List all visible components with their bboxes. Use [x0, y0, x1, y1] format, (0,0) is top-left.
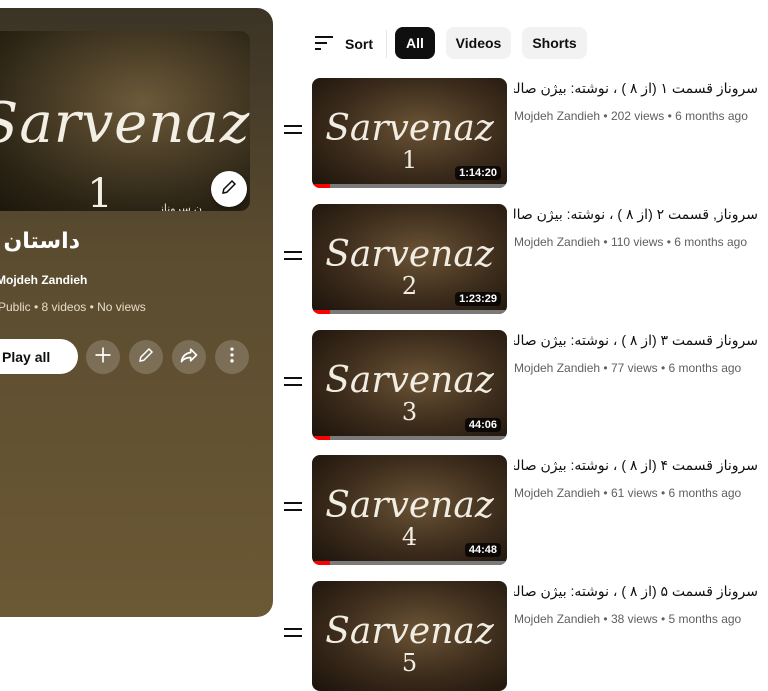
video-title[interactable]: سروناز قسمت ۱ (از ۸ ) ، نوشته: بیژن صالح… [514, 80, 758, 97]
filter-divider [386, 30, 387, 58]
video-title[interactable]: سروناز, قسمت ۲ (از ۸ ) ، نوشته: بیژن صال… [514, 206, 758, 223]
channel-name[interactable]: Mojdeh Zandieh [514, 612, 600, 626]
thumb-script-text: Sarvenaz [325, 108, 494, 149]
video-title[interactable]: سروناز قسمت ۴ (از ۸ ) ، نوشته: بیژن صالح… [514, 457, 758, 474]
playlist-video-row[interactable]: Sarvenaz 5 سروناز قسمت ۵ (از ۸ ) ، نوشته: … [284, 581, 768, 691]
playlist-owner[interactable]: Mojdeh Zandieh [0, 273, 87, 287]
sort-label: Sort [345, 36, 373, 52]
chip-all[interactable]: All [395, 27, 435, 59]
watch-progress-fill [312, 436, 330, 440]
more-options-button[interactable] [215, 340, 249, 374]
add-button[interactable] [86, 340, 120, 374]
video-meta: Mojdeh Zandieh • 110 views • 6 months ag… [514, 235, 747, 249]
watch-progress-bar [312, 184, 507, 188]
duration-badge: 1:23:29 [455, 292, 501, 306]
video-stats: 77 views • 6 months ago [610, 361, 742, 375]
video-title[interactable]: سروناز قسمت ۵ (از ۸ ) ، نوشته: بیژن صالح… [514, 583, 758, 600]
meta-separator: • [600, 109, 611, 123]
video-stats: 110 views • 6 months ago [610, 235, 747, 249]
sort-icon [313, 34, 335, 55]
video-meta: Mojdeh Zandieh • 77 views • 6 months ago [514, 361, 741, 375]
meta-separator: • [600, 612, 611, 626]
watch-progress-bar [312, 310, 507, 314]
playlist-video-row[interactable]: Sarvenaz 3 44:06 سروناز قسمت ۳ (از ۸ ) ، نو… [284, 330, 768, 440]
playlist-video-row[interactable]: Sarvenaz 1 1:14:20 سروناز قسمت ۱ (از ۸ ) ، … [284, 78, 768, 188]
playlist-video-row[interactable]: Sarvenaz 4 44:48 سروناز قسمت ۴ (از ۸ ) ، نو… [284, 455, 768, 565]
thumb-script-text: Sarvenaz [325, 485, 494, 526]
duration-badge: 44:48 [464, 543, 501, 557]
video-thumbnail[interactable]: Sarvenaz 2 1:23:29 [312, 204, 507, 314]
plus-icon [93, 345, 113, 370]
channel-name[interactable]: Mojdeh Zandieh [514, 109, 600, 123]
video-title[interactable]: سروناز قسمت ۳ (از ۸ ) ، نوشته: بیژن صالح… [514, 332, 758, 349]
duration-badge: 1:14:20 [455, 166, 501, 180]
watch-progress-fill [312, 561, 330, 565]
edit-playlist-button[interactable] [129, 340, 163, 374]
sort-button[interactable]: Sort [313, 30, 373, 58]
channel-name[interactable]: Mojdeh Zandieh [514, 235, 600, 249]
drag-handle-icon[interactable] [284, 244, 306, 266]
video-thumbnail[interactable]: Sarvenaz 1 1:14:20 [312, 78, 507, 188]
thumb-script-text: Sarvenaz [325, 611, 494, 652]
thumb-number: 5 [401, 649, 418, 677]
playlist-title[interactable]: داستان س [0, 228, 80, 254]
meta-separator: • [600, 486, 611, 500]
share-icon [179, 345, 199, 370]
channel-name[interactable]: Mojdeh Zandieh [514, 486, 600, 500]
share-button[interactable] [172, 340, 206, 374]
playlist-meta: Public • 8 videos • No views [0, 300, 146, 314]
chip-shorts[interactable]: Shorts [522, 27, 587, 59]
video-stats: 38 views • 5 months ago [610, 612, 742, 626]
playlist-header-panel: Sarvenaz 1 ن سروناز داستان س Mojdeh Zand… [0, 8, 273, 617]
chip-videos[interactable]: Videos [446, 27, 511, 59]
thumb-script-text: Sarvenaz [325, 360, 494, 401]
watch-progress-fill [312, 310, 330, 314]
pencil-icon [137, 346, 155, 369]
duration-badge: 44:06 [464, 418, 501, 432]
thumb-script-text: Sarvenaz [325, 234, 494, 275]
drag-handle-icon[interactable] [284, 495, 306, 517]
video-meta: Mojdeh Zandieh • 38 views • 5 months ago [514, 612, 741, 626]
drag-handle-icon[interactable] [284, 118, 306, 140]
pencil-icon [220, 178, 238, 201]
video-thumbnail[interactable]: Sarvenaz 3 44:06 [312, 330, 507, 440]
video-thumbnail[interactable]: Sarvenaz 5 [312, 581, 507, 691]
video-meta: Mojdeh Zandieh • 202 views • 6 months ag… [514, 109, 748, 123]
video-stats: 202 views • 6 months ago [610, 109, 748, 123]
hero-script-text: Sarvenaz [0, 91, 250, 156]
video-thumbnail[interactable]: Sarvenaz 4 44:48 [312, 455, 507, 565]
more-vert-icon [222, 345, 242, 370]
video-meta: Mojdeh Zandieh • 61 views • 6 months ago [514, 486, 741, 500]
meta-separator: • [600, 235, 611, 249]
channel-name[interactable]: Mojdeh Zandieh [514, 361, 600, 375]
play-all-button[interactable]: Play all [0, 339, 78, 374]
watch-progress-bar [312, 561, 507, 565]
watch-progress-fill [312, 184, 330, 188]
hero-caption: ن سروناز [158, 203, 202, 211]
video-stats: 61 views • 6 months ago [610, 486, 742, 500]
drag-handle-icon[interactable] [284, 621, 306, 643]
drag-handle-icon[interactable] [284, 370, 306, 392]
edit-thumbnail-button[interactable] [211, 171, 247, 207]
playlist-video-row[interactable]: Sarvenaz 2 1:23:29 سروناز, قسمت ۲ (از ۸ ) ،… [284, 204, 768, 314]
watch-progress-bar [312, 436, 507, 440]
meta-separator: • [600, 361, 611, 375]
